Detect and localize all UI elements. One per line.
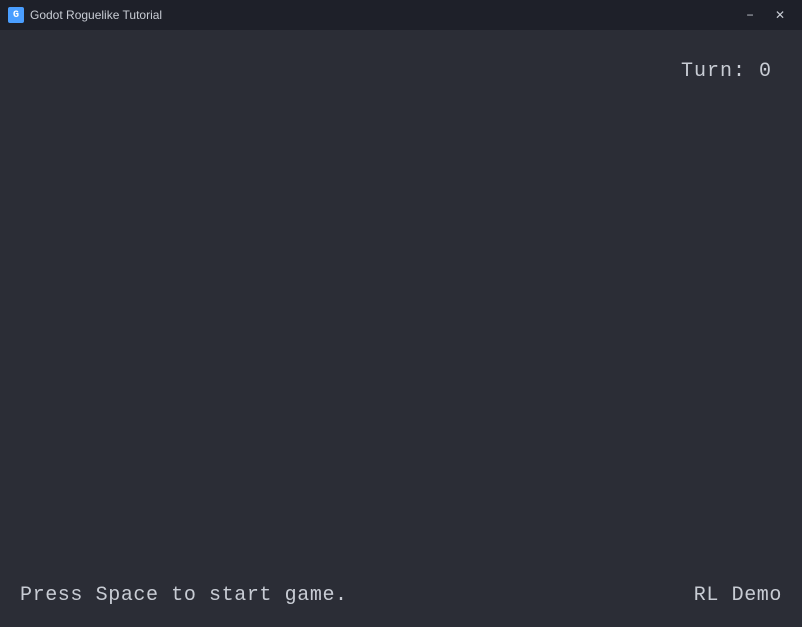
title-bar: G Godot Roguelike Tutorial − ✕ xyxy=(0,0,802,30)
turn-counter: Turn: 0 xyxy=(681,60,772,83)
window-controls: − ✕ xyxy=(736,4,794,26)
press-space-label: Press Space to start game. xyxy=(20,584,348,607)
game-area: Turn: 0 Press Space to start game. RL De… xyxy=(0,30,802,627)
window-title: Godot Roguelike Tutorial xyxy=(30,8,162,22)
close-button[interactable]: ✕ xyxy=(766,4,794,26)
app-icon: G xyxy=(8,7,24,23)
rl-demo-label: RL Demo xyxy=(694,584,782,607)
minimize-button[interactable]: − xyxy=(736,4,764,26)
title-bar-left: G Godot Roguelike Tutorial xyxy=(8,7,162,23)
bottom-bar: Press Space to start game. RL Demo xyxy=(0,584,802,607)
